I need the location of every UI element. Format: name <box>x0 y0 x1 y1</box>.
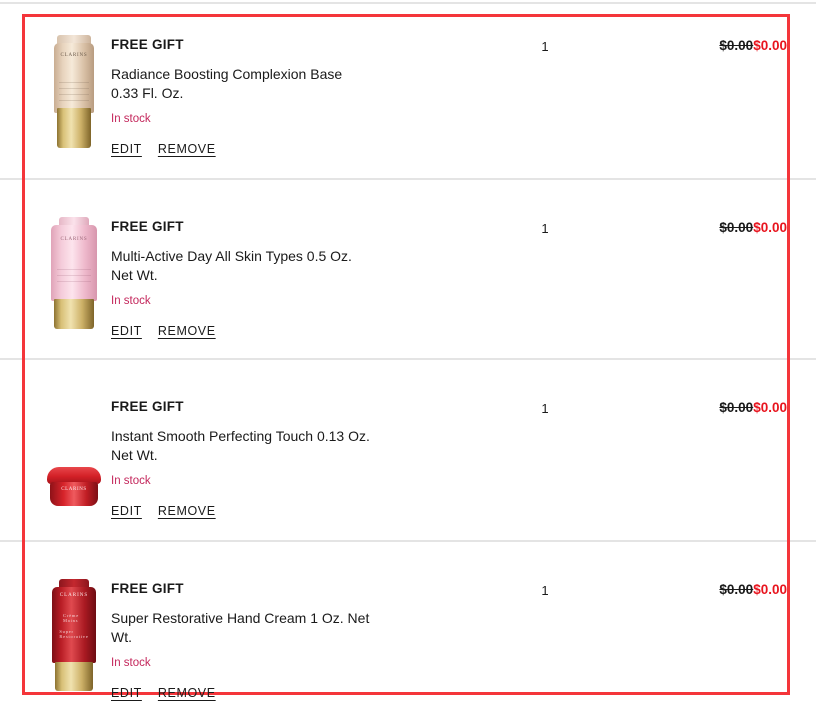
current-price: $0.00 <box>753 400 787 415</box>
table-row: CLARINS FREE GIFT Multi-Active Day All S… <box>25 199 793 379</box>
original-price: $0.00 <box>719 38 754 53</box>
edit-button[interactable]: EDIT <box>111 142 142 156</box>
remove-button[interactable]: REMOVE <box>158 504 216 518</box>
product-thumbnail-multi-active-day: CLARINS <box>31 211 117 331</box>
price-cell: $0.00$0.00 <box>547 582 787 597</box>
product-image-cell: CLARINS <box>31 31 117 151</box>
original-price: $0.00 <box>719 400 754 415</box>
remove-button[interactable]: REMOVE <box>158 686 216 700</box>
price-cell: $0.00$0.00 <box>547 220 787 235</box>
table-row: CLARINS FREE GIFT Instant Smooth Perfect… <box>25 379 793 561</box>
table-row: CLARINS Crème Mains Super Restorative FR… <box>25 561 793 700</box>
row-actions: EDIT REMOVE <box>111 686 501 700</box>
stock-status: In stock <box>111 113 151 125</box>
free-gift-label: FREE GIFT <box>111 37 184 52</box>
row-actions: EDIT REMOVE <box>111 324 501 338</box>
product-info-cell: FREE GIFT Instant Smooth Perfecting Touc… <box>111 399 501 518</box>
product-name: Instant Smooth Perfecting Touch 0.13 Oz.… <box>111 428 370 463</box>
product-info-cell: FREE GIFT Multi-Active Day All Skin Type… <box>111 219 501 338</box>
product-image-cell: CLARINS Crème Mains Super Restorative <box>31 573 117 693</box>
free-gift-label: FREE GIFT <box>111 399 184 414</box>
edit-button[interactable]: EDIT <box>111 504 142 518</box>
separator-line-top <box>0 2 816 4</box>
free-gift-label: FREE GIFT <box>111 581 184 596</box>
free-gift-cart-highlight-box: CLARINS FREE GIFT Radiance Boosting Comp… <box>22 14 793 700</box>
remove-button[interactable]: REMOVE <box>158 142 216 156</box>
edit-button[interactable]: EDIT <box>111 324 142 338</box>
stock-status: In stock <box>111 475 151 487</box>
product-thumbnail-super-restorative-hand-cream: CLARINS Crème Mains Super Restorative <box>31 573 117 693</box>
row-actions: EDIT REMOVE <box>111 142 501 156</box>
original-price: $0.00 <box>719 582 754 597</box>
row-actions: EDIT REMOVE <box>111 504 501 518</box>
stock-status: In stock <box>111 295 151 307</box>
table-row: CLARINS FREE GIFT Radiance Boosting Comp… <box>25 17 793 199</box>
product-thumbnail-instant-smooth-perfecting-touch: CLARINS <box>31 409 117 529</box>
product-image-cell: CLARINS <box>31 409 117 529</box>
product-info-cell: FREE GIFT Radiance Boosting Complexion B… <box>111 37 501 156</box>
current-price: $0.00 <box>753 38 787 53</box>
stock-status: In stock <box>111 657 151 669</box>
product-info-cell: FREE GIFT Super Restorative Hand Cream 1… <box>111 581 501 700</box>
edit-button[interactable]: EDIT <box>111 686 142 700</box>
remove-button[interactable]: REMOVE <box>158 324 216 338</box>
free-gift-label: FREE GIFT <box>111 219 184 234</box>
price-cell: $0.00$0.00 <box>547 38 787 53</box>
price-cell: $0.00$0.00 <box>547 400 787 415</box>
product-name: Multi-Active Day All Skin Types 0.5 Oz. … <box>111 248 352 283</box>
current-price: $0.00 <box>753 220 787 235</box>
product-image-cell: CLARINS <box>31 211 117 331</box>
current-price: $0.00 <box>753 582 787 597</box>
product-name: Radiance Boosting Complexion Base 0.33 F… <box>111 66 343 101</box>
original-price: $0.00 <box>719 220 754 235</box>
product-name: Super Restorative Hand Cream 1 Oz. Net W… <box>111 610 370 645</box>
product-thumbnail-radiance-boosting-complexion-base: CLARINS <box>31 31 117 151</box>
